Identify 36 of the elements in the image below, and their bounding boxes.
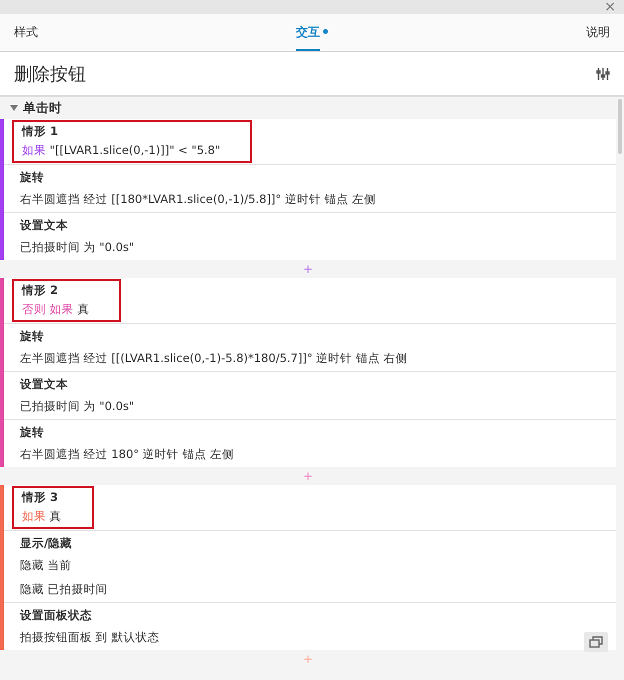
action-detail: 隐藏 已拍摄时间 xyxy=(20,581,108,598)
action-detail: 拍摄按钮面板 到 默认状态 xyxy=(20,629,160,646)
settings-icon[interactable] xyxy=(596,66,610,80)
action-detail: 左半圆遮挡 经过 [[(LVAR1.slice(0,-1)-5.8)*180/5.7]]° 逆时针 锚点 右侧 xyxy=(20,350,408,367)
action-title: 设置文本 xyxy=(20,217,68,234)
condition-text: 真 xyxy=(50,509,62,523)
tab[interactable]: 说明 xyxy=(586,14,610,51)
action-title: 设置面板状态 xyxy=(20,607,92,624)
action-title: 设置文本 xyxy=(20,376,68,393)
condition-keyword: 如果 xyxy=(22,509,46,523)
scrollbar-thumb[interactable] xyxy=(618,99,622,154)
windows-icon[interactable] xyxy=(584,632,608,652)
highlight-box[interactable]: 情形 2 否则 如果 真 xyxy=(12,279,122,322)
condition-keyword: 如果 xyxy=(22,143,46,157)
case-title: 情形 1 xyxy=(22,123,60,140)
tab[interactable]: 样式 xyxy=(14,14,38,51)
condition-keyword: 否则 如果 xyxy=(22,302,74,316)
highlight-box[interactable]: 情形 3 如果 真 xyxy=(12,486,94,529)
action-detail: 已拍摄时间 为 "0.0s" xyxy=(20,398,134,415)
action-title: 旋转 xyxy=(20,328,44,345)
close-button[interactable]: × xyxy=(604,0,616,14)
case-title: 情形 3 xyxy=(22,489,60,506)
action-title: 旋转 xyxy=(20,169,44,186)
highlight-box[interactable]: 情形 1 如果 "[[LVAR1.slice(0,-1)]]" < "5.8" xyxy=(12,120,252,163)
condition-text: "[[LVAR1.slice(0,-1)]]" < "5.8" xyxy=(50,143,220,157)
action-detail: 右半圆遮挡 经过 180° 逆时针 锚点 左侧 xyxy=(20,446,234,463)
case-title: 情形 2 xyxy=(22,282,60,299)
condition-text: 真 xyxy=(77,302,90,316)
action-title: 显示/隐藏 xyxy=(20,535,72,552)
action-detail: 已拍摄时间 为 "0.0s" xyxy=(20,239,134,256)
action-detail: 右半圆遮挡 经过 [[180*LVAR1.slice(0,-1)/5.8]]° 逆时针 锚点 左侧 xyxy=(20,191,376,208)
event-label: 单击时 xyxy=(23,100,62,116)
collapse-caret-icon[interactable] xyxy=(10,105,18,111)
widget-name: 删除按钮 xyxy=(14,62,86,86)
action-title: 旋转 xyxy=(20,424,44,441)
action-detail: 隐藏 当前 xyxy=(20,557,72,574)
